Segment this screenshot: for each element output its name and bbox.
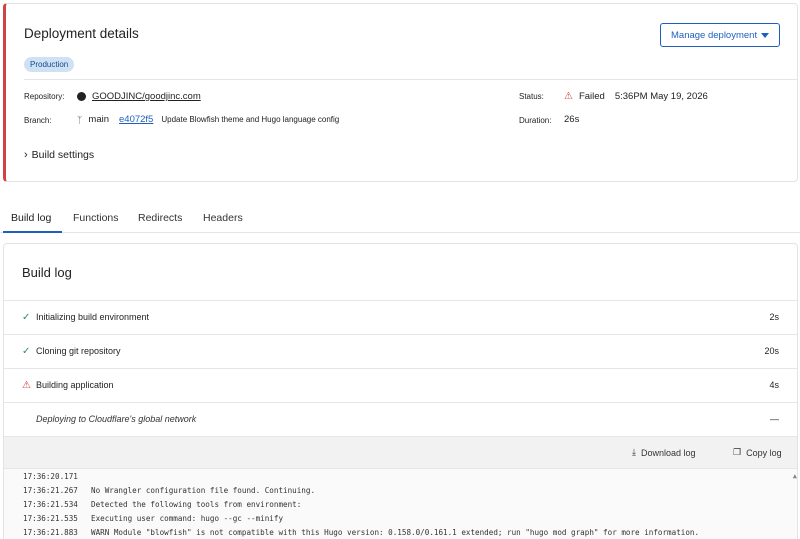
tab-headers[interactable]: Headers [203,212,243,224]
copy-icon: ❐ [733,447,742,457]
download-icon: ⤓ [632,447,636,457]
commit-message: Update Blowfish theme and Hugo language … [161,115,340,124]
build-step[interactable]: ⚠ Building application 4s [4,368,797,402]
log-line: 17:36:21.883 WARN Module "blowfish" is no… [23,528,699,537]
log-toolbar: ⤓ Download log ❐ Copy log [4,436,797,468]
tab-bar: Build log Functions Redirects Headers [0,205,800,233]
log-text: WARN Module "blowfish" is not compatible… [91,528,700,537]
divider [24,79,797,80]
repository-value: GOODJINC/goodjinc.com [77,91,201,102]
scroll-up-arrow-icon[interactable]: ▲ [793,472,797,480]
active-tab-indicator [3,231,62,233]
deployment-title: Deployment details [24,26,139,41]
step-duration: 2s [769,312,779,322]
repository-label: Repository: [24,92,65,101]
warning-triangle-icon: ⚠ [564,91,573,102]
log-line: 17:36:21.534 Detected the following tools… [23,500,301,509]
build-settings-label: Build settings [31,149,95,161]
step-duration: — [770,414,779,424]
tab-functions[interactable]: Functions [73,212,119,224]
status-value: ⚠ Failed 5:36PM May 19, 2026 [564,91,708,102]
status-label: Status: [519,92,544,101]
duration-label: Duration: [519,116,552,125]
log-console[interactable]: 17:36:20.171 17:36:21.267 No Wrangler con… [4,468,797,539]
build-log-card: Build log ✓ Initializing build environme… [3,243,798,539]
build-step[interactable]: ✓ Cloning git repository 20s [4,334,797,368]
step-label: Building application [36,380,114,390]
status-time: 5:36PM May 19, 2026 [614,91,708,102]
branch-value: ᛉ main e4072f5 Update Blowfish theme and… [77,114,339,125]
log-text: Detected the following tools from enviro… [91,500,302,509]
build-step[interactable]: ✓ Initializing build environment 2s [4,300,797,334]
log-timestamp: 17:36:21.267 [23,486,78,495]
log-timestamp: 17:36:21.883 [23,528,78,537]
build-step[interactable]: Deploying to Cloudflare's global network… [4,402,797,436]
step-duration: 20s [764,346,779,356]
step-label: Cloning git repository [36,346,121,356]
log-line: 17:36:20.171 [23,472,91,481]
tab-redirects[interactable]: Redirects [138,212,182,224]
branch-name: main [88,114,109,125]
log-line: 17:36:21.535 Executing user command: hugo… [23,514,283,523]
manage-deployment-button[interactable]: Manage deployment [660,23,780,47]
copy-log-button[interactable]: ❐ Copy log [733,447,782,458]
step-duration: 4s [769,380,779,390]
tab-build-log[interactable]: Build log [11,212,51,224]
duration-value: 26s [564,114,580,125]
check-icon: ✓ [22,346,31,357]
download-log-label: Download log [640,447,696,458]
log-line: 17:36:21.267 No Wrangler configuration fi… [23,486,315,495]
chevron-right-icon: › [24,149,28,161]
manage-deployment-label: Manage deployment [671,29,758,41]
download-log-button[interactable]: ⤓ Download log [632,447,696,458]
repository-link[interactable]: GOODJINC/goodjinc.com [92,91,201,102]
branch-label: Branch: [24,116,52,125]
log-timestamp: 17:36:21.534 [23,500,78,509]
chevron-down-icon [761,33,769,38]
step-label: Initializing build environment [36,312,150,322]
build-settings-toggle[interactable]: › Build settings [24,149,94,161]
build-log-title: Build log [22,265,72,280]
commit-link[interactable]: e4072f5 [119,114,153,125]
deployment-details-card: Deployment details Production Manage dep… [3,3,798,182]
log-timestamp: 17:36:21.535 [23,514,78,523]
status-text: Failed [578,91,605,102]
copy-log-label: Copy log [746,447,782,458]
log-timestamp: 17:36:20.171 [23,472,78,481]
github-icon [77,92,86,101]
step-label: Deploying to Cloudflare's global network [36,414,197,424]
log-text: No Wrangler configuration file found. Co… [91,486,316,495]
check-icon: ✓ [22,312,31,323]
environment-badge: Production [24,57,75,72]
warning-triangle-icon: ⚠ [22,380,31,391]
git-branch-icon: ᛉ [77,114,83,125]
log-text: Executing user command: hugo --gc --mini… [91,514,284,523]
